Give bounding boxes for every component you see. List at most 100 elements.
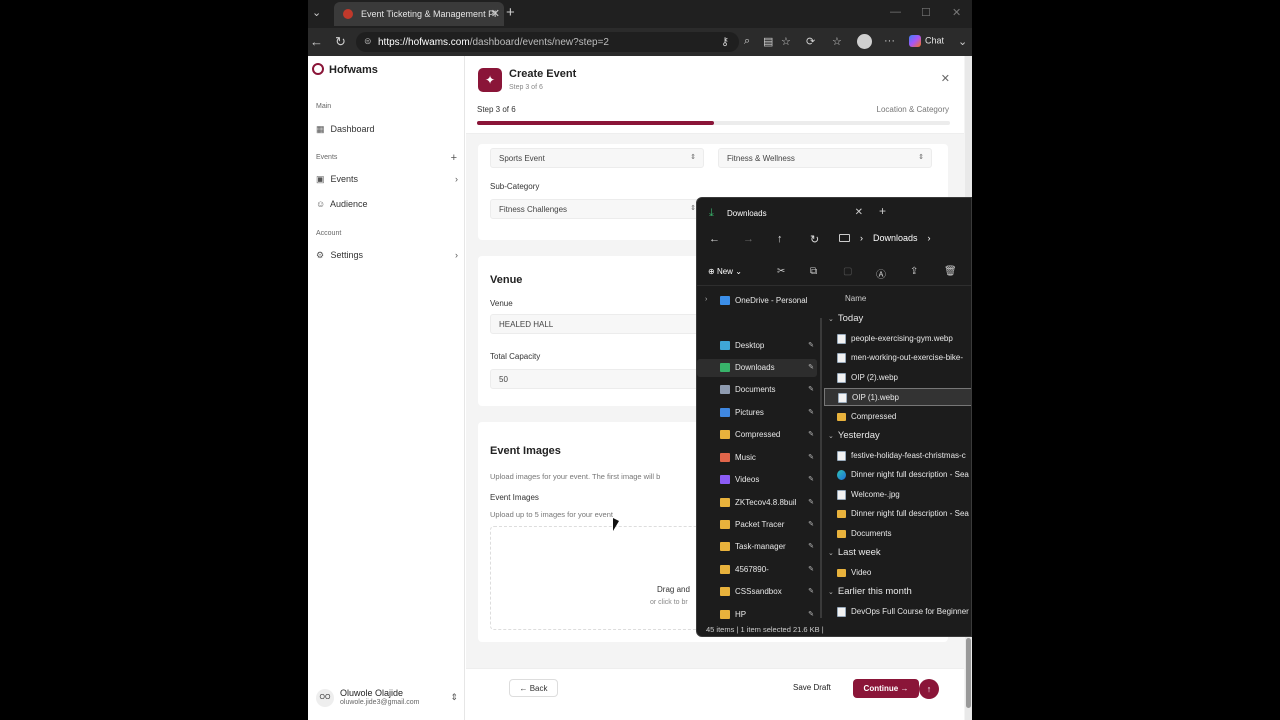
group-header-last-week[interactable]: ⌄ Last week [828, 547, 881, 558]
back-button[interactable]: ← Back [509, 679, 558, 697]
save-draft-button[interactable]: Save Draft [793, 683, 831, 692]
venue-input[interactable]: HEALED HALL [490, 314, 704, 334]
key-icon[interactable]: ⚷ [721, 35, 729, 48]
nav-item-4567890[interactable]: 4567890- ✎ [697, 561, 817, 579]
folder-row[interactable]: Documents [824, 525, 971, 543]
browser-tab[interactable]: Event Ticketing & Management Pl ✕ [334, 2, 504, 26]
subcategory-select[interactable]: Fitness Challenges ⇕ [490, 199, 704, 219]
pane-scrollbar[interactable] [820, 318, 822, 618]
user-menu[interactable]: OO Oluwole Olajide oluwole.jide3@gmail.c… [316, 686, 458, 710]
back-arrow-icon[interactable]: ← [310, 34, 323, 49]
file-row[interactable]: DevOps Full Course for Beginner [824, 603, 971, 621]
add-event-icon[interactable]: + [451, 152, 457, 164]
minimize-icon[interactable]: — [890, 6, 901, 18]
share-icon[interactable]: ⇪ [910, 266, 918, 277]
nav-item-hp[interactable]: HP ✎ [697, 606, 817, 624]
rename-icon[interactable]: Ⓐ [876, 266, 886, 281]
arrow-left-icon: ← [519, 684, 528, 693]
nav-item-compressed[interactable]: Compressed ✎ [697, 426, 817, 444]
profile-avatar[interactable] [857, 34, 872, 49]
file-icon [837, 451, 846, 461]
copy-icon[interactable]: ⧉ [810, 266, 817, 277]
nav-item-onedrive[interactable]: › OneDrive - Personal [697, 292, 817, 310]
nav-item-pictures[interactable]: Pictures ✎ [697, 404, 817, 422]
more-menu-icon[interactable]: ··· [884, 35, 895, 47]
document-icon [720, 385, 730, 394]
nav-item-documents[interactable]: Documents ✎ [697, 381, 817, 399]
file-row[interactable]: Welcome-.jpg [824, 486, 971, 504]
scroll-top-button[interactable]: ↑ [919, 679, 939, 699]
maximize-icon[interactable]: ☐ [921, 6, 931, 19]
category-select[interactable]: Sports Event ⇕ [490, 148, 704, 168]
back-arrow-icon[interactable]: ← [709, 233, 720, 245]
zoom-icon[interactable]: ⌕ [744, 35, 750, 48]
new-tab-icon[interactable]: + [506, 4, 515, 21]
site-info-icon[interactable]: ⊜ [364, 36, 372, 47]
nav-item-zktecov[interactable]: ZKTecov4.8.8buil ✎ [697, 494, 817, 512]
progress-fill [477, 121, 714, 125]
close-tab-icon[interactable]: ✕ [491, 7, 500, 20]
sidebar-item-dashboard[interactable]: ▦ Dashboard [316, 124, 458, 135]
folder-row[interactable]: Compressed [824, 408, 971, 426]
cut-icon[interactable]: ✂ [777, 266, 785, 277]
folder-row[interactable]: Dinner night full description - Sea [824, 505, 971, 523]
tab-actions-icon[interactable]: ⌄ [312, 6, 321, 19]
capacity-input[interactable]: 50 [490, 369, 704, 389]
close-icon[interactable]: ✕ [941, 72, 950, 85]
address-bar[interactable]: ⊜ https://hofwams.com/dashboard/events/n… [356, 32, 739, 52]
sparkle-icon: ✦ [478, 68, 502, 92]
sidebar-item-audience[interactable]: ☺ Audience [316, 199, 458, 209]
chevron-right-icon: › [927, 233, 931, 243]
file-row[interactable]: festive-holiday-feast-christmas-c [824, 447, 971, 465]
scrollbar-thumb[interactable] [966, 638, 971, 708]
file-row[interactable]: Dinner night full description - Sea [824, 466, 971, 484]
type-select[interactable]: Fitness & Wellness ⇕ [718, 148, 932, 168]
file-row[interactable]: men-working-out-exercise-bike- [824, 349, 971, 367]
brand[interactable]: Hofwams [312, 63, 378, 76]
nav-item-videos[interactable]: Videos ✎ [697, 471, 817, 489]
edge-icon [837, 470, 846, 480]
group-header-today[interactable]: ⌄ Today [828, 313, 863, 324]
url-host: https://hofwams.com [378, 37, 470, 48]
file-row[interactable]: OIP (2).webp [824, 369, 971, 387]
sidebar-item-events[interactable]: ▣ Events › [316, 174, 458, 185]
explorer-tab[interactable]: ⤓ Downloads ✕ [703, 203, 868, 225]
pin-icon: ✎ [808, 499, 814, 506]
refresh-extension-icon[interactable]: ⟳ [806, 35, 815, 48]
delete-icon[interactable]: 🗑 [944, 266, 957, 277]
file-row[interactable]: people-exercising-gym.webp [824, 330, 971, 348]
file-name: people-exercising-gym.webp [851, 334, 953, 343]
close-icon[interactable]: ✕ [855, 207, 863, 218]
folder-row[interactable]: Video [824, 564, 971, 582]
chevron-down-icon: ⌄ [828, 589, 834, 596]
nav-item-csssandbox[interactable]: CSSsandbox ✎ [697, 583, 817, 601]
pin-icon: ✎ [808, 386, 814, 393]
continue-button[interactable]: Continue → [853, 679, 919, 698]
file-row-selected[interactable]: OIP (1).webp [824, 388, 971, 406]
group-header-earlier-this-month[interactable]: ⌄ Earlier this month [828, 586, 912, 597]
nav-item-downloads[interactable]: Downloads ✎ [697, 359, 817, 377]
sidebar-item-settings[interactable]: ⚙ Settings › [316, 250, 458, 261]
up-arrow-icon[interactable]: ↑ [777, 233, 783, 245]
reload-icon[interactable]: ↻ [335, 34, 346, 50]
nav-item-desktop[interactable]: Desktop ✎ [697, 337, 817, 355]
chat-button[interactable]: Chat [909, 35, 944, 47]
section-label-main: Main [316, 103, 332, 110]
explorer-breadcrumb[interactable]: › Downloads › [839, 233, 931, 243]
chevron-down-icon[interactable]: ⌄ [958, 35, 967, 48]
window-close-icon[interactable]: ✕ [952, 6, 961, 19]
nav-item-music[interactable]: Music ✎ [697, 449, 817, 467]
nav-item-packet-tracer[interactable]: Packet Tracer ✎ [697, 516, 817, 534]
reader-icon[interactable]: ▤ [763, 35, 773, 48]
refresh-icon[interactable]: ↻ [810, 233, 819, 246]
forward-arrow-icon[interactable]: → [743, 233, 754, 245]
new-tab-icon[interactable]: + [879, 204, 886, 218]
paste-icon[interactable]: ▢ [843, 266, 852, 277]
browser-tab-title: Event Ticketing & Management Pl [361, 9, 497, 19]
group-header-yesterday[interactable]: ⌄ Yesterday [828, 430, 880, 441]
nav-item-task-manager[interactable]: Task-manager ✎ [697, 538, 817, 556]
collections-icon[interactable]: ☆ [832, 35, 842, 48]
new-button[interactable]: ⊕ New ⌄ [708, 267, 742, 276]
favorite-star-icon[interactable]: ☆ [781, 35, 791, 48]
nav-label: 4567890- [735, 565, 769, 574]
